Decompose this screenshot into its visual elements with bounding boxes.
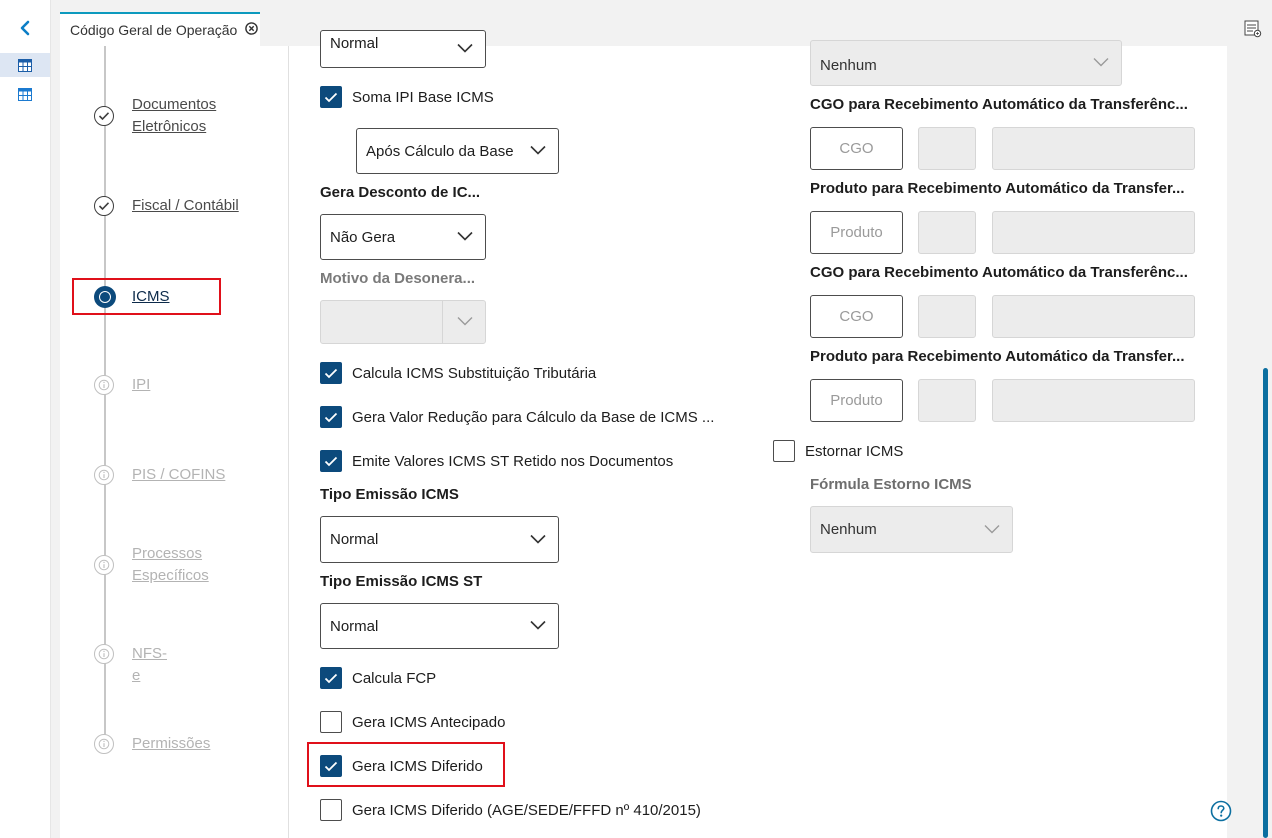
cgo-description-field-1[interactable]: [992, 127, 1195, 170]
checkbox-checked-icon: [320, 406, 342, 428]
produto-description-field-1[interactable]: [992, 211, 1195, 254]
step-label: ICMS: [132, 288, 170, 305]
tipo-emissao-label: Tipo Emissão ICMS: [320, 486, 459, 503]
checkbox-label: Gera ICMS Diferido (AGE/SEDE/FFFD nº 410…: [352, 801, 701, 819]
table-icon[interactable]: [0, 82, 50, 106]
chevron-down-icon: [984, 524, 1000, 533]
info-circle-icon: [94, 465, 114, 485]
chevron-down-icon: [457, 43, 473, 53]
back-arrow-icon[interactable]: [14, 16, 36, 40]
step-label: Permissões: [132, 735, 211, 752]
apos-calculo-select[interactable]: Após Cálculo da Base: [356, 128, 559, 174]
check-circle-icon: [94, 196, 114, 216]
active-step-circle-icon: [94, 286, 116, 308]
cgo-description-field-2[interactable]: [992, 295, 1195, 338]
step-label: NFS-e: [132, 645, 167, 684]
checkbox-checked-icon: [320, 755, 342, 777]
motivo-desoneracao-label: Motivo da Desonera...: [320, 270, 476, 287]
formula-estorno-label: Fórmula Estorno ICMS: [810, 476, 972, 493]
checkbox-label: Gera ICMS Diferido: [352, 757, 483, 775]
select-value: Nenhum: [820, 56, 877, 74]
estornar-icms-checkbox[interactable]: Estornar ICMS: [773, 440, 903, 462]
step-label: PIS / COFINS: [132, 466, 226, 483]
info-circle-icon: [94, 375, 114, 395]
cgo-code-field-2[interactable]: [918, 295, 976, 338]
info-circle-icon: [94, 644, 114, 664]
top-select[interactable]: Normal: [320, 30, 486, 68]
tipo-emissao-st-select[interactable]: Normal: [320, 603, 559, 649]
gera-desconto-select[interactable]: Não Gera: [320, 214, 486, 260]
checkbox-label: Calcula ICMS Substituição Tributária: [352, 364, 597, 382]
produto-transferencia-label-1: Produto para Recebimento Automático da T…: [810, 180, 1185, 197]
tab-title: Código Geral de Operação: [70, 22, 238, 38]
motivo-desoneracao-select[interactable]: [320, 300, 486, 344]
scrollbar-thumb[interactable]: [1263, 368, 1268, 838]
checkbox-checked-icon: [320, 86, 342, 108]
produto-code-field-2[interactable]: [918, 379, 976, 422]
checkbox-empty-icon: [773, 440, 795, 462]
produto-description-field-2[interactable]: [992, 379, 1195, 422]
checkbox-checked-icon: [320, 450, 342, 472]
checkbox-label: Gera Valor Redução para Cálculo da Base …: [352, 408, 715, 426]
calcula-icms-st-checkbox[interactable]: Calcula ICMS Substituição Tributária: [320, 362, 596, 384]
checkbox-label: Estornar ICMS: [805, 442, 904, 460]
left-rail: [0, 0, 51, 838]
select-value: Normal: [330, 35, 379, 52]
emite-valores-checkbox[interactable]: Emite Valores ICMS ST Retido nos Documen…: [320, 450, 673, 472]
step-label: Processos Específicos: [132, 545, 209, 584]
select-value: Normal: [330, 617, 379, 635]
select-value: Normal: [330, 531, 379, 548]
chevron-down-icon: [1093, 58, 1109, 67]
gera-desconto-label: Gera Desconto de IC...: [320, 184, 481, 201]
checkbox-label: Emite Valores ICMS ST Retido nos Documen…: [352, 452, 674, 470]
checkbox-label: Soma IPI Base ICMS: [352, 88, 494, 106]
produto-code-field-1[interactable]: [918, 211, 976, 254]
checkbox-label: Gera ICMS Antecipado: [352, 713, 506, 731]
select-value: Após Cálculo da Base: [366, 142, 514, 160]
check-circle-icon: [94, 106, 114, 126]
info-circle-icon: [94, 555, 114, 575]
calcula-fcp-checkbox[interactable]: Calcula FCP: [320, 667, 436, 689]
chevron-down-icon: [530, 145, 546, 155]
checkbox-label: Calcula FCP: [352, 669, 437, 687]
stepper: [60, 46, 289, 838]
produto-input-2[interactable]: Produto: [810, 379, 903, 422]
cgo-transferencia-label-2: CGO para Recebimento Automático da Trans…: [810, 264, 1188, 281]
tab-codigo-geral[interactable]: Código Geral de Operação: [60, 12, 260, 46]
chevron-down-icon: [530, 620, 546, 630]
divider: [442, 301, 443, 343]
chevron-down-icon: [457, 231, 473, 241]
chevron-down-icon: [530, 534, 546, 544]
cgo-input-2[interactable]: CGO: [810, 295, 903, 338]
cgo-code-field-1[interactable]: [918, 127, 976, 170]
gera-valor-reducao-checkbox[interactable]: Gera Valor Redução para Cálculo da Base …: [320, 406, 714, 428]
right-top-select[interactable]: Nenhum: [810, 40, 1122, 86]
gera-icms-diferido-age-checkbox[interactable]: Gera ICMS Diferido (AGE/SEDE/FFFD nº 410…: [320, 799, 701, 821]
info-circle-icon: [94, 734, 114, 754]
cgo-transferencia-label-1: CGO para Recebimento Automático da Trans…: [810, 96, 1188, 113]
gera-icms-diferido-checkbox[interactable]: Gera ICMS Diferido: [320, 755, 483, 777]
close-circle-icon[interactable]: [245, 22, 259, 38]
tipo-emissao-select[interactable]: Normal: [320, 516, 559, 563]
select-value: Não Gera: [330, 228, 396, 246]
gera-icms-antecipado-checkbox[interactable]: Gera ICMS Antecipado: [320, 711, 505, 733]
produto-input-1[interactable]: Produto: [810, 211, 903, 254]
step-label: Fiscal / Contábil: [132, 197, 239, 214]
checkbox-empty-icon: [320, 711, 342, 733]
chevron-down-icon: [457, 317, 473, 326]
produto-transferencia-label-2: Produto para Recebimento Automático da T…: [810, 348, 1185, 365]
soma-ipi-checkbox[interactable]: Soma IPI Base ICMS: [320, 86, 494, 108]
checkbox-empty-icon: [320, 799, 342, 821]
tipo-emissao-st-label: Tipo Emissão ICMS ST: [320, 573, 483, 590]
select-value: Nenhum: [820, 521, 877, 538]
list-settings-icon[interactable]: [1240, 16, 1266, 42]
formula-estorno-select[interactable]: Nenhum: [810, 506, 1013, 553]
step-label: IPI: [132, 376, 151, 393]
checkbox-checked-icon: [320, 362, 342, 384]
calendar-table-icon[interactable]: [0, 53, 50, 77]
cgo-input-1[interactable]: CGO: [810, 127, 903, 170]
checkbox-checked-icon: [320, 667, 342, 689]
step-label: Documentos Eletrônicos: [132, 96, 217, 135]
help-icon[interactable]: [1210, 800, 1232, 822]
